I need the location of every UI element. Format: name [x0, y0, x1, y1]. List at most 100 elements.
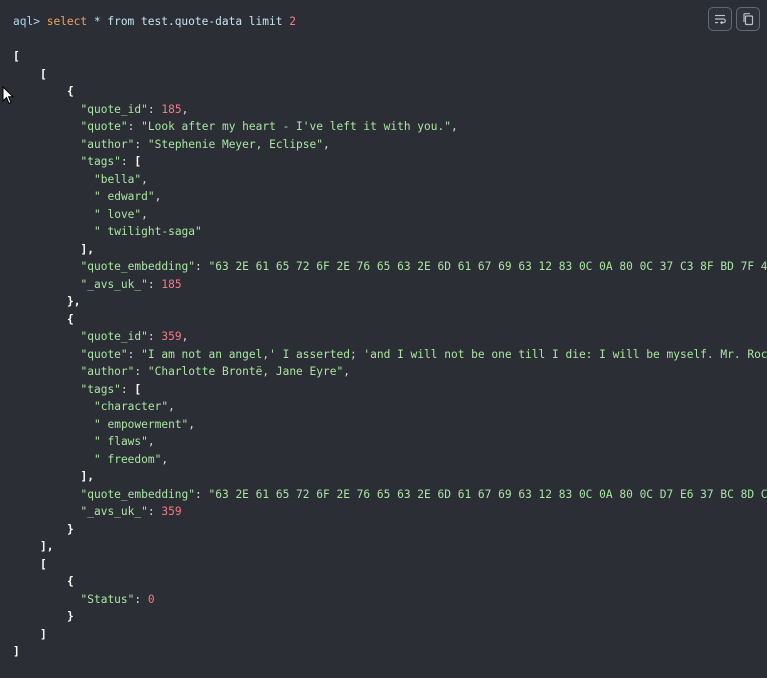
json-punctuation: ], [80, 242, 94, 256]
result-line: "_avs_uk_": 359 [80, 505, 182, 518]
result-line: "tags": [ [80, 382, 142, 396]
result-line: }, [13, 293, 767, 311]
json-value: 359 [161, 330, 182, 343]
result-line: } [13, 521, 767, 539]
json-punctuation: }, [67, 295, 81, 308]
result-line: "Status": 0 [80, 592, 155, 606]
result-line: } [13, 608, 767, 626]
prompt-label: aql [13, 15, 34, 28]
json-punctuation: [ [40, 67, 47, 81]
result-line: " flaws", [13, 433, 767, 451]
result-line: "_avs_uk_": 185 [80, 277, 182, 291]
json-key: "quote_id" [80, 102, 148, 116]
result-line: "author": "Charlotte Brontë, Jane Eyre", [80, 365, 350, 378]
json-separator: , [154, 190, 162, 203]
result-line: " freedom", [13, 451, 767, 469]
mouse-cursor-icon [2, 86, 14, 105]
json-punctuation: [ [13, 50, 20, 63]
json-value: " flaws" [94, 435, 148, 448]
result-line: [ [13, 66, 767, 84]
json-separator: , [343, 365, 350, 378]
json-value: [ [134, 155, 142, 168]
result-line: ], [13, 241, 767, 259]
sql-keyword: select [46, 15, 88, 28]
json-separator: , [323, 137, 330, 151]
json-punctuation: ], [40, 540, 54, 553]
result-line: "bella", [13, 171, 767, 189]
json-key: "quote" [80, 120, 128, 133]
json-value: [ [134, 382, 142, 396]
command-line: aql> select * from test.quote-data limit… [13, 14, 296, 30]
json-separator: , [188, 417, 196, 431]
json-key: "author" [80, 137, 135, 151]
result-line: { [13, 83, 767, 101]
json-key: "quote_id" [80, 330, 148, 343]
json-punctuation: ], [80, 470, 94, 483]
json-value: "Stephenie Meyer, Eclipse" [147, 137, 323, 151]
json-key: "quote_embedding" [80, 260, 196, 273]
json-separator: , [147, 435, 155, 448]
json-output: [[{"quote_id": 185, "quote": "Look after … [13, 48, 767, 661]
json-value: 185 [161, 102, 182, 116]
result-line: [ [13, 48, 767, 66]
json-separator: , [181, 330, 189, 343]
json-punctuation: [ [40, 557, 47, 571]
result-line: ] [13, 643, 767, 661]
copy-button[interactable] [736, 7, 760, 31]
result-line: ] [13, 626, 767, 644]
json-value: " freedom" [94, 452, 162, 466]
json-key: "quote_embedding" [80, 487, 196, 501]
json-key: "Status" [80, 592, 135, 606]
json-value: "63 2E 61 65 72 6F 2E 76 65 63 2E 6D 61 … [208, 487, 767, 501]
json-punctuation: { [67, 312, 74, 326]
json-value: " empowerment" [94, 417, 189, 431]
result-line: { [13, 311, 767, 329]
json-value: 359 [161, 505, 182, 518]
json-separator: , [141, 207, 148, 221]
json-value: "Charlotte Brontë, Jane Eyre" [147, 365, 344, 378]
json-punctuation: ] [40, 627, 47, 641]
code-toolbar [708, 7, 760, 31]
query-result-panel: aql> select * from test.quote-data limit… [0, 0, 767, 678]
result-line: "tags": [ [80, 155, 142, 168]
result-line: { [13, 573, 767, 591]
json-value: 185 [161, 277, 182, 291]
result-line: "quote_id": 359, [80, 330, 189, 343]
result-line: " twilight-saga" [13, 223, 767, 241]
result-line: [ [13, 556, 767, 574]
json-punctuation: } [67, 522, 74, 536]
json-value: "Look after my heart - I've left it with… [141, 120, 451, 133]
json-value: "bella" [94, 172, 142, 186]
json-separator: , [181, 102, 189, 116]
result-line: "quote_embedding": "63 2E 61 65 72 6F 2E… [13, 486, 767, 504]
json-punctuation: { [67, 575, 74, 588]
result-line: "quote_id": 185, [80, 102, 189, 116]
json-punctuation: ] [13, 645, 20, 658]
json-value: " love" [94, 207, 142, 221]
result-line: " edward", [13, 188, 767, 206]
wrap-text-icon [715, 14, 726, 25]
json-value: "character" [94, 400, 169, 413]
json-punctuation: { [67, 85, 74, 98]
result-line: "character", [13, 398, 767, 416]
json-separator: , [141, 172, 148, 186]
json-key: "quote" [80, 347, 128, 361]
query-text: * from test.quote-data limit [87, 15, 290, 28]
json-key: "tags" [80, 155, 121, 168]
result-line: " love", [13, 206, 767, 224]
json-key: "_avs_uk_" [80, 277, 148, 291]
result-line: "quote": "I am not an angel,' I asserted… [13, 346, 767, 364]
wrap-text-button[interactable] [708, 7, 732, 31]
copy-icon [743, 13, 754, 26]
json-key: "_avs_uk_" [80, 505, 148, 518]
result-line: ], [13, 468, 767, 486]
json-value: 0 [147, 592, 155, 606]
json-value: "63 2E 61 65 72 6F 2E 76 65 63 2E 6D 61 … [208, 260, 767, 273]
result-line: "author": "Stephenie Meyer, Eclipse", [80, 137, 330, 151]
json-separator: , [168, 400, 175, 413]
json-value: "I am not an angel,' I asserted; 'and I … [141, 347, 767, 361]
json-key: "author" [80, 365, 135, 378]
prompt-symbol: > [33, 15, 40, 28]
result-line: "quote_embedding": "63 2E 61 65 72 6F 2E… [13, 258, 767, 276]
json-punctuation: } [67, 610, 74, 623]
